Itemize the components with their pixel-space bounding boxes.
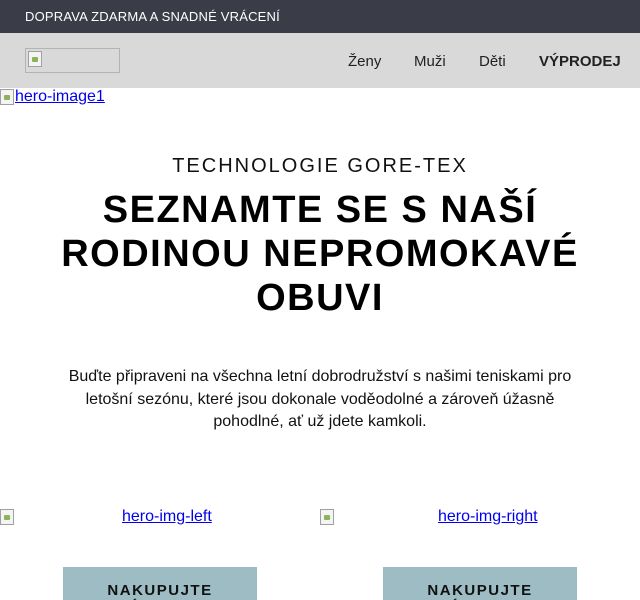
hero-eyebrow: TECHNOLOGIE GORE-TEX [172, 155, 468, 177]
nav-item-sale[interactable]: VÝPRODEJ [539, 53, 621, 70]
broken-image-icon [0, 89, 14, 105]
hero-description: Buďte připraveni na všechna letní dobrod… [68, 368, 572, 430]
hero-headline: SEZNAMTE SE S NAŠÍ RODINOU NEPROMOKAVÉ O… [61, 189, 579, 319]
hero-image: hero-image1 [0, 88, 105, 106]
promo-image-right: hero-img-right [320, 507, 538, 527]
promo-image-right-alt-link[interactable]: hero-img-right [438, 508, 538, 526]
nav-item-men[interactable]: Muži [414, 53, 446, 70]
nav-item-kids[interactable]: Děti [479, 53, 506, 70]
shop-women-button[interactable]: NAKUPUJTE DÁMSKOU [63, 567, 257, 600]
hero-image-alt-link[interactable]: hero-image1 [15, 88, 105, 106]
nav-item-women[interactable]: Ženy [348, 53, 381, 70]
announcement-text: DOPRAVA ZDARMA A SNADNÉ VRÁCENÍ [25, 9, 280, 24]
broken-image-icon [28, 51, 42, 67]
broken-image-icon [320, 509, 334, 525]
logo-image[interactable] [25, 48, 120, 73]
main-navigation: Ženy Muži Děti VÝPRODEJ [0, 33, 640, 88]
shop-men-button[interactable]: NAKUPUJTE PÁNSKOU [383, 567, 577, 600]
promo-image-left: hero-img-left [0, 507, 212, 527]
broken-image-icon [0, 509, 14, 525]
promo-image-left-alt-link[interactable]: hero-img-left [122, 508, 212, 526]
announcement-bar: DOPRAVA ZDARMA A SNADNÉ VRÁCENÍ [0, 0, 640, 33]
